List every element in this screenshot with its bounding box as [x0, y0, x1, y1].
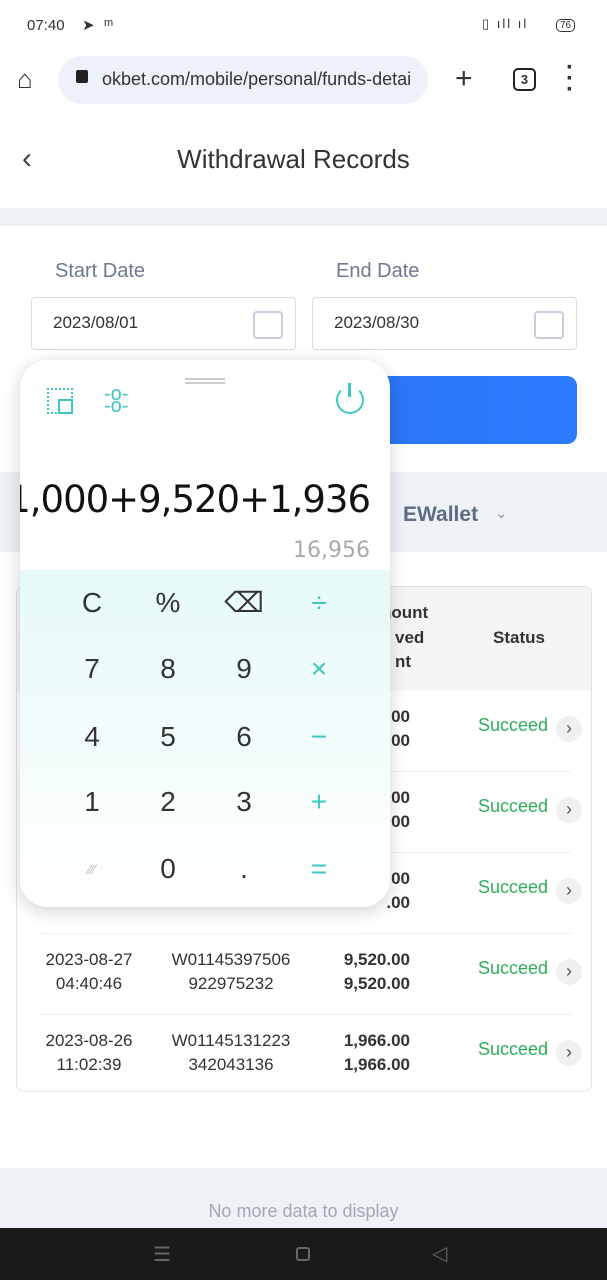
floating-calculator: -o--o- +1,000+9,520+1,936 16,956 C%⌫÷ 789… — [20, 360, 390, 907]
navigation-bar: ☰ ◁ — [0, 1228, 607, 1280]
back-nav-icon[interactable]: ◁ — [432, 1241, 447, 1266]
chevron-right-icon[interactable]: › — [556, 797, 582, 823]
recents-icon[interactable]: ☰ — [153, 1242, 171, 1267]
key-3[interactable]: 3 — [209, 777, 279, 827]
power-icon[interactable] — [336, 383, 364, 414]
telegram-icon: ➤ — [82, 17, 95, 34]
menu-icon[interactable]: · · · — [566, 56, 576, 102]
clock: 07:40 — [27, 17, 65, 34]
calculator-result: 16,956 — [293, 538, 370, 563]
key-0[interactable]: 0 — [133, 844, 203, 894]
no-more-data: No more data to display — [0, 1168, 607, 1228]
address-bar[interactable]: okbet.com/mobile/personal/funds-detai — [58, 56, 428, 104]
table-row[interactable]: 2023-08-27 04:40:46 W01145397506 922975232… — [17, 934, 591, 1015]
end-date-label: End Date — [336, 260, 420, 282]
wallet-select[interactable]: EWallet — [403, 503, 478, 527]
end-date-input[interactable]: 2023/08/30 — [312, 297, 577, 350]
key-1[interactable]: 1 — [57, 777, 127, 827]
key-2[interactable]: 2 — [133, 777, 203, 827]
resize-icon[interactable] — [47, 388, 73, 414]
home-nav-icon[interactable] — [296, 1247, 310, 1261]
key-⌫[interactable]: ⌫ — [209, 578, 279, 628]
end-date-value: 2023/08/30 — [334, 313, 420, 332]
start-date-input[interactable]: 2023/08/01 — [31, 297, 296, 350]
status-badge: Succeed — [477, 877, 549, 897]
date-cell: 2023-08-27 04:40:46 — [45, 950, 133, 993]
battery-icon: 76 — [556, 19, 576, 32]
settings-sliders-icon[interactable]: -o- -o- — [104, 384, 132, 416]
key-4[interactable]: 4 — [57, 712, 127, 762]
chevron-down-icon[interactable]: ⌄ — [495, 504, 508, 522]
key-9[interactable]: 9 — [209, 644, 279, 694]
lock-icon — [76, 70, 88, 83]
start-date-value: 2023/08/01 — [53, 313, 139, 332]
calendar-icon — [534, 311, 564, 339]
chevron-right-icon[interactable]: › — [556, 959, 582, 985]
status-badge: Succeed — [477, 796, 549, 816]
key-+[interactable]: + — [284, 777, 354, 827]
amount-cell: 1,966.00 1,966.00 — [343, 1031, 410, 1074]
key-C[interactable]: C — [57, 578, 127, 628]
key-−[interactable]: − — [284, 712, 354, 762]
key-.[interactable]: . — [209, 844, 279, 894]
order-cell: W01145397506 922975232 — [171, 950, 291, 993]
tab-count-button[interactable]: 3 — [513, 68, 536, 91]
new-tab-icon[interactable]: + — [455, 62, 473, 96]
divider — [0, 208, 607, 226]
calendar-icon — [253, 311, 283, 339]
signal-strength-icon: ⁄⁄⁄ — [88, 861, 96, 877]
chevron-right-icon[interactable]: › — [556, 878, 582, 904]
home-icon[interactable]: ⌂ — [17, 64, 33, 95]
status-badge: Succeed — [477, 1039, 549, 1059]
order-cell: W01145131223 342043136 — [171, 1031, 291, 1074]
status-header: Status — [493, 628, 545, 647]
key-7[interactable]: 7 — [57, 644, 127, 694]
calculator-expression: +1,000+9,520+1,936 — [20, 478, 371, 521]
amount-cell: 9,520.00 9,520.00 — [343, 950, 410, 993]
signal-icon: ▯ ıll ıl — [482, 16, 529, 31]
date-cell: 2023-08-26 11:02:39 — [45, 1031, 133, 1074]
key-×[interactable]: × — [284, 644, 354, 694]
keypad: C% ⌫ ÷ 7 8 9 × 4 5 6− 1 2 3 + ⁄⁄⁄ 0. = — [20, 570, 390, 907]
key-÷[interactable]: ÷ — [284, 578, 354, 628]
table-row[interactable]: 2023-08-26 11:02:39 W01145131223 342043136… — [17, 1015, 591, 1091]
page-title: Withdrawal Records — [177, 144, 410, 174]
amount-header: ved — [395, 628, 425, 647]
amount-header: nt — [395, 652, 412, 671]
drag-handle[interactable] — [185, 378, 225, 384]
status-bar: 07:40 ➤ m ▯ ıll ıl 76 — [0, 0, 607, 50]
key-8[interactable]: 8 — [133, 644, 203, 694]
key-%[interactable]: % — [133, 578, 203, 628]
key-=[interactable]: = — [284, 844, 354, 894]
chevron-right-icon[interactable]: › — [556, 716, 582, 742]
url-text: okbet.com/mobile/personal/funds-detai — [102, 69, 412, 89]
status-badge: Succeed — [477, 715, 549, 735]
key-5[interactable]: 5 — [133, 712, 203, 762]
chevron-right-icon[interactable]: › — [556, 1040, 582, 1066]
notification-icon: m — [104, 17, 114, 29]
status-badge: Succeed — [477, 958, 549, 978]
start-date-label: Start Date — [55, 260, 146, 282]
key-6[interactable]: 6 — [209, 712, 279, 762]
